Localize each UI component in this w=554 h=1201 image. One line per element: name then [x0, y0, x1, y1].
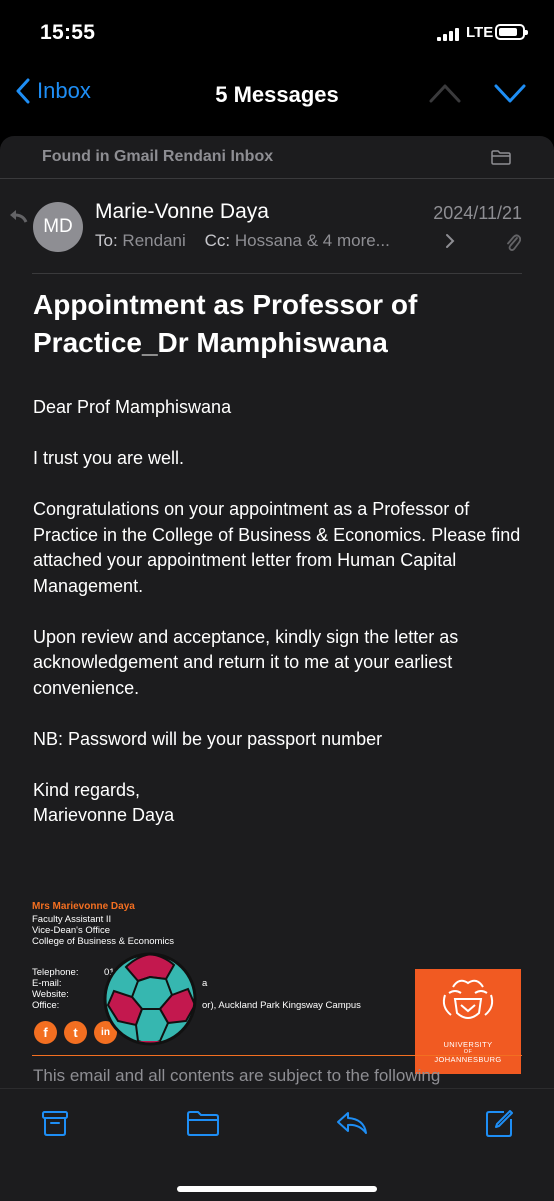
signature-office-value: or), Auckland Park Kingsway Campus	[202, 1000, 361, 1011]
network-type: LTE	[466, 24, 494, 41]
cellular-signal-icon	[437, 28, 459, 41]
body-paragraph: Congratulations on your appointment as a…	[33, 499, 521, 596]
signature-office: Vice-Dean's Office	[32, 925, 111, 936]
previous-message-button[interactable]	[428, 82, 462, 104]
university-logo-text: UNIVERSITY OF JOHANNESBURG	[415, 1040, 521, 1064]
signature-email-label: E-mail:	[32, 978, 62, 989]
home-indicator	[177, 1186, 377, 1192]
signature-name: Mrs Marievonne Daya	[32, 901, 135, 912]
signature-college: College of Business & Economics	[32, 936, 175, 947]
reply-button[interactable]	[335, 1109, 369, 1137]
disclaimer-text: This email and all contents are subject …	[33, 1066, 441, 1085]
move-to-folder-button[interactable]	[186, 1109, 220, 1137]
body-paragraph: Upon review and acceptance, kindly sign …	[33, 626, 459, 698]
recipients-row[interactable]: To: Rendani Cc: Hossana & 4 more...	[95, 231, 390, 251]
battery-icon	[495, 24, 528, 40]
soccer-ball-sticker-icon	[103, 952, 197, 1046]
folder-icon	[491, 150, 511, 165]
message-card: Found in Gmail Rendani Inbox MD Marie-Vo…	[0, 136, 554, 1096]
university-crest-icon	[442, 979, 494, 1019]
navigation-bar: Inbox 5 Messages	[0, 70, 554, 120]
message-body: Dear Prof Mamphiswana I trust you are we…	[33, 395, 523, 854]
logo-word: UNIVERSITY	[443, 1040, 493, 1049]
signature-office-label: Office:	[32, 1000, 60, 1011]
logo-word: JOHANNESBURG	[434, 1055, 502, 1064]
next-message-button[interactable]	[493, 82, 527, 104]
cc-label: Cc:	[204, 231, 231, 250]
status-bar: 15:55 LTE	[0, 0, 554, 60]
message-subject: Appointment as Professor of Practice_Dr …	[33, 289, 418, 358]
twitter-icon[interactable]: t	[64, 1021, 87, 1044]
mailbox-banner-text: Found in Gmail Rendani Inbox	[42, 148, 274, 165]
message-date: 2024/11/21	[433, 203, 522, 223]
to-label: To:	[95, 231, 118, 250]
replied-indicator-icon	[10, 210, 28, 223]
facebook-icon[interactable]: f	[34, 1021, 57, 1044]
mailbox-banner[interactable]: Found in Gmail Rendani Inbox	[0, 136, 554, 179]
chevron-right-icon[interactable]	[445, 233, 455, 249]
signature-website-label: Website:	[32, 989, 69, 1000]
university-logo: UNIVERSITY OF JOHANNESBURG	[415, 969, 521, 1074]
body-paragraph: I trust you are well.	[33, 448, 185, 468]
page-title-text: 5 Messages	[215, 82, 339, 107]
body-paragraph: Dear Prof Mamphiswana	[33, 397, 232, 417]
page-title: 5 Messages	[0, 82, 554, 108]
signature-telephone-label: Telephone:	[32, 967, 79, 978]
body-paragraph: NB: Password will be your passport numbe…	[33, 728, 383, 749]
bottom-toolbar	[0, 1088, 554, 1201]
body-paragraph: Marievonne Daya	[33, 805, 175, 825]
paperclip-icon	[507, 234, 521, 251]
compose-button[interactable]	[484, 1109, 514, 1139]
archive-button[interactable]	[41, 1109, 69, 1137]
avatar: MD	[33, 202, 83, 252]
body-paragraph: Kind regards,	[33, 779, 141, 800]
cc-recipients: Hossana & 4 more...	[234, 231, 390, 250]
status-time: 15:55	[40, 21, 96, 44]
sender-name[interactable]: Marie-Vonne Daya	[95, 200, 269, 224]
signature-title: Faculty Assistant II	[32, 914, 112, 925]
to-recipient: Rendani	[122, 231, 186, 250]
header-divider	[32, 273, 522, 274]
signature-divider	[32, 1055, 522, 1056]
email-signature: Mrs Marievonne Daya Faculty Assistant II…	[32, 901, 522, 1074]
signature-email-value[interactable]: a	[202, 978, 207, 989]
